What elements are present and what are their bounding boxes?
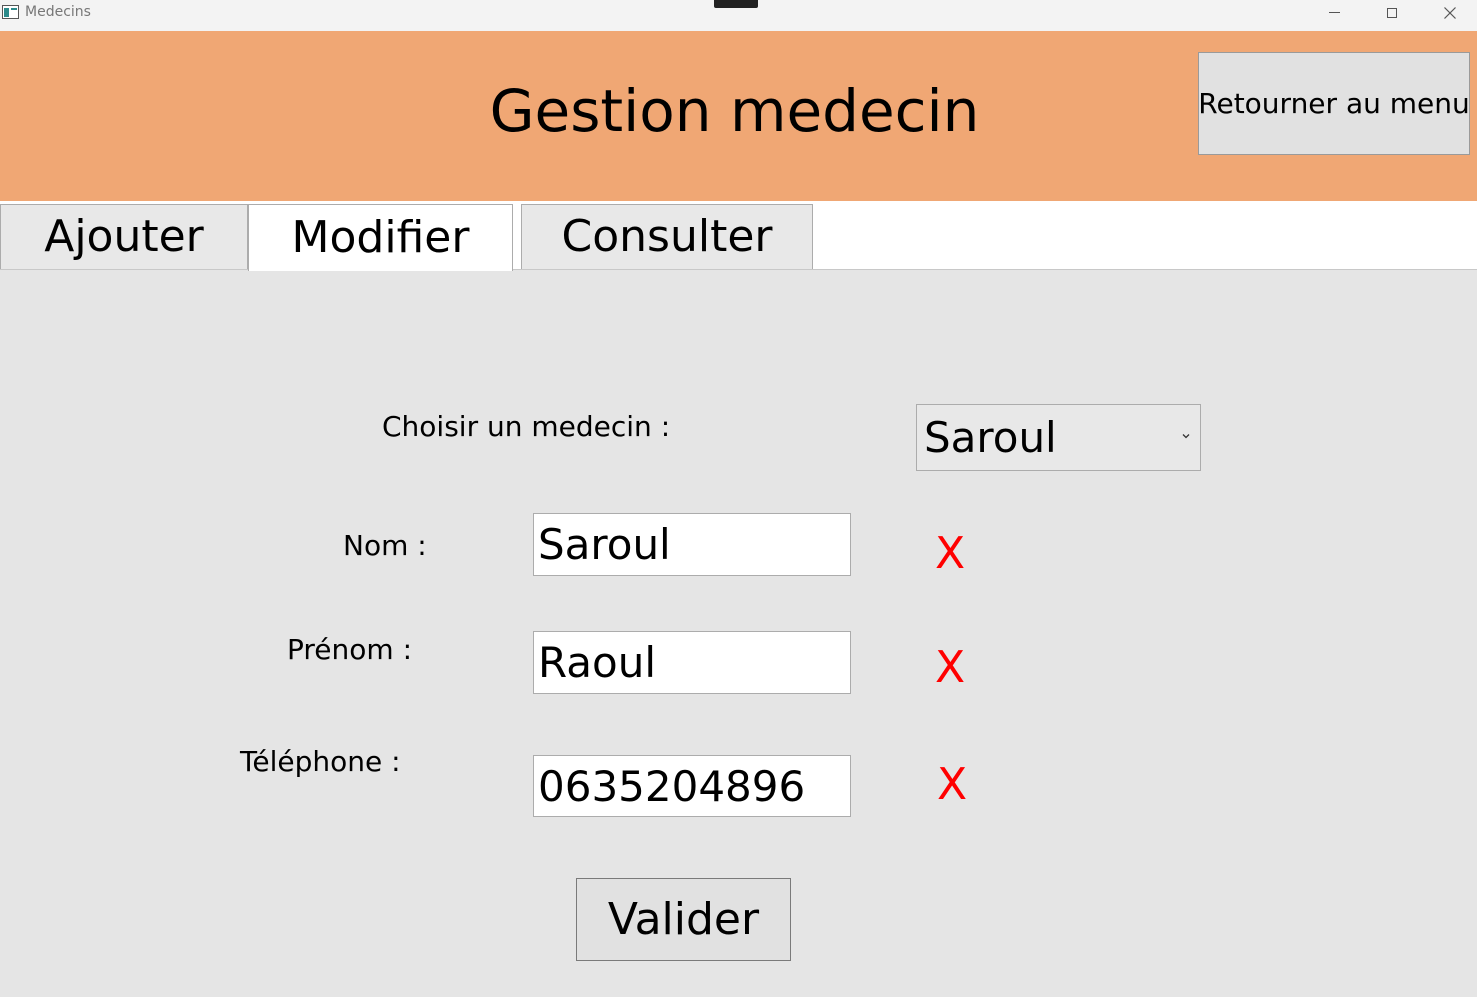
snap-handle-icon: [714, 0, 758, 8]
tab-modifier[interactable]: Modifier: [248, 204, 513, 271]
prenom-label: Prénom :: [287, 633, 413, 666]
tab-ajouter[interactable]: Ajouter: [0, 204, 248, 269]
header-banner: Gestion medecin Retourner au menu: [0, 31, 1477, 201]
maximize-icon: [1387, 7, 1397, 18]
telephone-label: Téléphone :: [240, 745, 401, 778]
medecin-select-value: Saroul: [924, 413, 1057, 462]
title-bar: Medecins: [0, 0, 1477, 31]
minimize-button[interactable]: [1305, 0, 1363, 31]
modifier-form-panel: Choisir un medecin : Saroul Nom : X Prén…: [0, 270, 1477, 997]
minimize-icon: [1328, 12, 1340, 13]
nom-label: Nom :: [343, 529, 427, 562]
valider-button[interactable]: Valider: [576, 878, 791, 961]
nom-error-mark: X: [935, 528, 966, 579]
maximize-button[interactable]: [1363, 0, 1421, 31]
window-title: Medecins: [25, 4, 91, 20]
app-icon: [2, 5, 19, 19]
close-icon: [1444, 6, 1456, 19]
nom-field[interactable]: [533, 513, 851, 576]
close-button[interactable]: [1421, 0, 1477, 31]
tab-strip: Ajouter Modifier Consulter: [0, 201, 1477, 271]
telephone-error-mark: X: [937, 759, 968, 810]
medecin-select[interactable]: Saroul: [916, 404, 1201, 471]
chevron-down-icon: [1182, 434, 1190, 439]
prenom-error-mark: X: [935, 642, 966, 693]
back-to-menu-button[interactable]: Retourner au menu: [1198, 52, 1470, 155]
app-window: Medecins Gestion medecin Retourner au me…: [0, 0, 1477, 997]
telephone-field[interactable]: [533, 755, 851, 817]
prenom-field[interactable]: [533, 631, 851, 694]
choose-medecin-label: Choisir un medecin :: [382, 410, 671, 443]
tab-consulter[interactable]: Consulter: [521, 204, 813, 269]
